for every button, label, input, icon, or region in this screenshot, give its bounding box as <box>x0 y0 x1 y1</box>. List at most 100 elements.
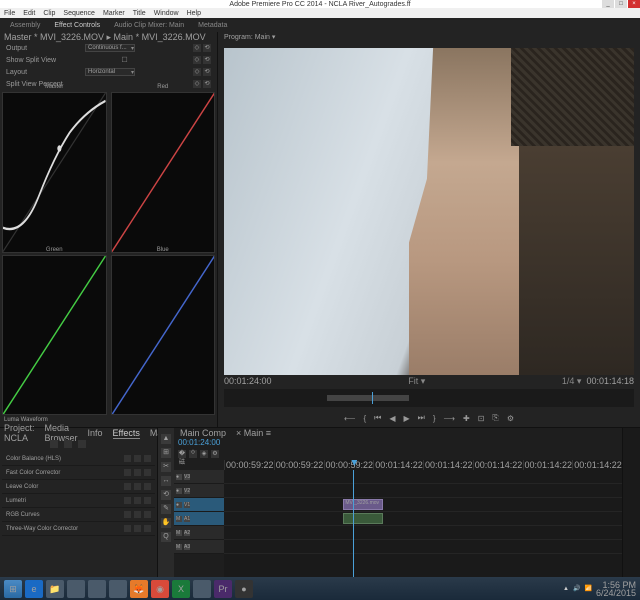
keyframe-icon[interactable]: ◇ <box>193 56 201 64</box>
audio-clip[interactable] <box>343 513 383 524</box>
fx-item[interactable]: Three-Way Color Corrector <box>2 522 155 536</box>
minimize-button[interactable]: _ <box>602 0 614 8</box>
system-clock[interactable]: 1:56 PM6/24/2015 <box>596 581 636 597</box>
premiere-icon[interactable]: Pr <box>214 580 232 598</box>
app-icon[interactable] <box>67 580 85 598</box>
close-button[interactable]: × <box>628 0 640 8</box>
app-icon[interactable] <box>109 580 127 598</box>
tab-metadata[interactable]: Metadata <box>198 22 227 29</box>
menu-clip[interactable]: Clip <box>43 10 55 17</box>
menu-help[interactable]: Help <box>187 10 201 17</box>
menu-marker[interactable]: Marker <box>103 10 125 17</box>
menu-window[interactable]: Window <box>154 10 179 17</box>
program-monitor-title[interactable]: Program: Main ▾ <box>218 32 640 42</box>
firefox-icon[interactable]: 🦊 <box>130 580 148 598</box>
time-ruler[interactable]: 00:00:59:2200:00:59:2200:00:59:2200:01:1… <box>224 460 622 470</box>
track-header-v3[interactable]: ●V3 <box>174 470 224 484</box>
maximize-button[interactable]: □ <box>615 0 627 8</box>
program-scrubber[interactable] <box>224 389 634 407</box>
track-lane[interactable] <box>224 512 622 526</box>
tray-icon[interactable]: ▲ <box>563 586 569 592</box>
ie-icon[interactable]: e <box>25 580 43 598</box>
timecode-right[interactable]: 00:01:14:18 <box>586 376 634 386</box>
track-lane[interactable] <box>224 484 622 498</box>
track-select-tool-icon[interactable]: ⊞ <box>161 448 171 458</box>
mark-in-icon[interactable]: ⟵ <box>344 414 355 423</box>
curve-master[interactable]: Master <box>2 92 107 253</box>
marker-icon[interactable]: ◈ <box>200 450 208 458</box>
track-lane[interactable] <box>224 526 622 540</box>
curve-red[interactable]: Red <box>111 92 216 253</box>
fx-item[interactable]: RGB Curves <box>2 508 155 522</box>
link-icon[interactable]: ⟐ <box>189 450 197 458</box>
sequence-tab[interactable]: Main Comp <box>180 428 226 438</box>
reset-icon[interactable]: ⟲ <box>203 44 211 52</box>
tray-icon[interactable]: 🔊 <box>573 585 580 592</box>
lift-icon[interactable]: ⎘ <box>492 413 498 423</box>
playhead-line[interactable] <box>353 470 354 577</box>
play-back-icon[interactable]: ◀ <box>389 414 395 423</box>
selection-tool-icon[interactable]: ▲ <box>161 434 171 444</box>
goto-out-icon[interactable]: } <box>433 414 436 423</box>
track-header-a2[interactable]: MA2 <box>174 526 224 540</box>
fx-item[interactable]: Fast Color Corrector <box>2 466 155 480</box>
curve-green[interactable]: Green <box>2 255 107 416</box>
app-icon[interactable]: ● <box>235 580 253 598</box>
track-header-v2[interactable]: ●V2 <box>174 484 224 498</box>
keyframe-icon[interactable]: ◇ <box>193 68 201 76</box>
fit-dropdown[interactable]: Fit ▾ <box>408 376 425 387</box>
tab-source[interactable]: Assembly <box>10 22 40 29</box>
snap-icon[interactable]: �磁 <box>178 450 186 458</box>
app-icon[interactable] <box>88 580 106 598</box>
keyframe-icon[interactable]: ◇ <box>193 80 201 88</box>
keyframe-icon[interactable]: ◇ <box>193 44 201 52</box>
fx-type-icon[interactable] <box>64 440 72 448</box>
track-lane[interactable] <box>224 540 622 554</box>
pen-tool-icon[interactable]: ✎ <box>161 504 171 514</box>
video-clip[interactable]: MVI_3226.mov <box>343 499 383 510</box>
menu-edit[interactable]: Edit <box>23 10 35 17</box>
track-header-a3[interactable]: MA3 <box>174 540 224 554</box>
mark-out-icon[interactable]: ⟶ <box>444 414 455 423</box>
fx-item[interactable]: Color Balance (HLS) <box>2 452 155 466</box>
reset-icon[interactable]: ⟲ <box>203 80 211 88</box>
step-fwd-icon[interactable]: ⏭ <box>418 413 425 423</box>
start-button-icon[interactable]: ⊞ <box>4 580 22 598</box>
timeline-timecode[interactable]: 00:01:24:00 <box>174 438 622 450</box>
menu-file[interactable]: File <box>4 10 15 17</box>
curve-blue[interactable]: Blue <box>111 255 216 416</box>
tray-icon[interactable]: 📶 <box>584 585 591 592</box>
menu-sequence[interactable]: Sequence <box>63 10 95 17</box>
app-icon[interactable] <box>193 580 211 598</box>
output-dropdown[interactable]: Continuous f... <box>85 44 135 52</box>
settings-icon[interactable]: ⚙ <box>211 450 219 458</box>
excel-icon[interactable]: X <box>172 580 190 598</box>
fx-type-icon[interactable] <box>78 440 86 448</box>
settings-icon[interactable]: ⚙ <box>507 414 514 423</box>
reset-icon[interactable]: ⟲ <box>203 68 211 76</box>
sequence-tab[interactable]: × Main ≡ <box>236 428 271 438</box>
export-frame-icon[interactable]: ⊡ <box>478 414 485 423</box>
ripple-tool-icon[interactable]: ✂ <box>161 462 171 472</box>
slip-tool-icon[interactable]: ⟲ <box>161 490 171 500</box>
chrome-icon[interactable]: ◉ <box>151 580 169 598</box>
add-marker-icon[interactable]: ✚ <box>463 414 470 423</box>
tab-audio-mixer[interactable]: Audio Clip Mixer: Main <box>114 22 184 29</box>
track-header-v1[interactable]: ●V1 <box>174 498 224 512</box>
zoom-tool-icon[interactable]: Q <box>161 532 171 542</box>
program-monitor[interactable] <box>224 48 634 375</box>
timecode-left[interactable]: 00:01:24:00 <box>224 376 272 386</box>
play-icon[interactable]: ▶ <box>404 414 410 423</box>
track-header-a1[interactable]: MA1 <box>174 512 224 526</box>
razor-tool-icon[interactable]: ↔ <box>161 476 171 486</box>
step-back-icon[interactable]: ⏮ <box>374 413 381 423</box>
track-lane[interactable]: MVI_3226.mov <box>224 498 622 512</box>
tab-effects[interactable]: Effects <box>113 428 140 439</box>
quality-dropdown[interactable]: 1/4 ▾ <box>562 376 582 386</box>
goto-in-icon[interactable]: { <box>363 414 366 423</box>
track-lane[interactable] <box>224 470 622 484</box>
fx-type-icon[interactable] <box>50 440 58 448</box>
reset-icon[interactable]: ⟲ <box>203 56 211 64</box>
fx-item[interactable]: Leave Color <box>2 480 155 494</box>
explorer-icon[interactable]: 📁 <box>46 580 64 598</box>
